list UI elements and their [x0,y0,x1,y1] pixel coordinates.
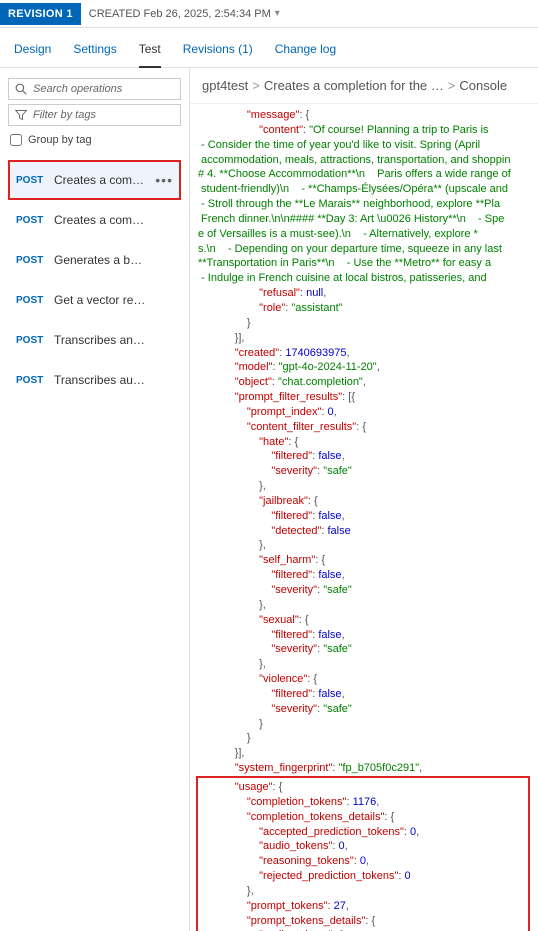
group-by-tag-toggle[interactable]: Group by tag [8,130,181,154]
revision-meta[interactable]: CREATED Feb 26, 2025, 2:54:34 PM ▾ [81,8,280,20]
operation-item[interactable]: POSTTranscribes audio…••• [8,360,181,400]
tab-settings[interactable]: Settings [73,36,116,67]
op-method: POST [16,295,46,306]
sidebar: Search operations Filter by tags Group b… [0,68,190,931]
operation-item[interactable]: POSTGenerates a batc…••• [8,240,181,280]
search-icon [15,83,27,95]
more-icon[interactable]: ••• [155,172,173,188]
op-label: Generates a batc… [54,253,147,267]
op-label: Get a vector repr… [54,293,147,307]
op-label: Transcribes audio… [54,373,147,387]
tab-revisions[interactable]: Revisions (1) [183,36,253,67]
op-label: Transcribes and t… [54,333,147,347]
tabs-row: Design Settings Test Revisions (1) Chang… [0,28,538,68]
operation-item[interactable]: POST Creates a comple… ••• [8,160,181,200]
op-method: POST [16,335,46,346]
search-input[interactable]: Search operations [8,78,181,100]
op-method: POST [16,375,46,386]
json-response-pane[interactable]: "message": { "content": "Of course! Plan… [190,104,538,931]
top-bar: REVISION 1 CREATED Feb 26, 2025, 2:54:34… [0,0,538,28]
op-method: POST [16,175,46,186]
revision-meta-text: CREATED Feb 26, 2025, 2:54:34 PM [89,8,271,20]
crumb-api[interactable]: gpt4test [202,78,248,93]
revision-badge[interactable]: REVISION 1 [0,3,81,25]
op-method: POST [16,255,46,266]
group-label: Group by tag [28,134,92,146]
op-method: POST [16,215,46,226]
filter-input[interactable]: Filter by tags [8,104,181,126]
tab-test[interactable]: Test [139,36,161,68]
search-placeholder: Search operations [33,83,122,95]
content-pane: gpt4test>Creates a completion for the …>… [190,68,538,931]
crumb-op[interactable]: Creates a completion for the … [264,78,444,93]
filter-icon [15,109,27,121]
chevron-down-icon: ▾ [275,8,280,19]
operation-item[interactable]: POSTCreates a comple…••• [8,200,181,240]
filter-placeholder: Filter by tags [33,109,96,121]
group-checkbox[interactable] [10,134,22,146]
operation-item[interactable]: POSTTranscribes and t…••• [8,320,181,360]
breadcrumb: gpt4test>Creates a completion for the …>… [190,68,538,104]
crumb-console: Console [459,78,507,93]
tab-design[interactable]: Design [14,36,51,67]
usage-highlight-box: "usage": { "completion_tokens": 1176, "c… [196,776,530,931]
operation-item[interactable]: POSTGet a vector repr…••• [8,280,181,320]
main-area: Search operations Filter by tags Group b… [0,68,538,931]
operation-list: POST Creates a comple… ••• POST Creates a co… [8,160,181,400]
tab-changelog[interactable]: Change log [275,36,336,67]
op-label: Creates a comple… [54,213,147,227]
op-label: Creates a comple… [54,173,147,187]
